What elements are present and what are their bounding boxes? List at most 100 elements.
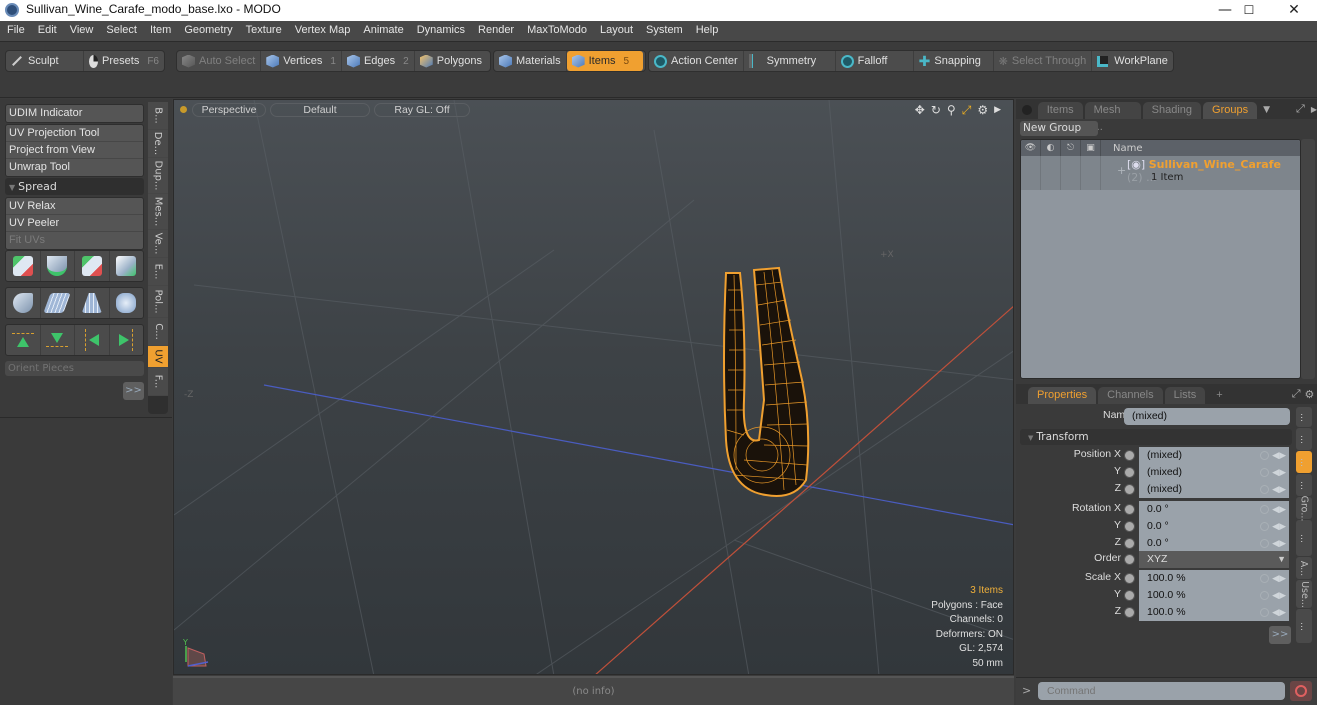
drag-arrows-icon[interactable]: ◀▶ [1272, 464, 1286, 481]
vtab-curve[interactable]: C... [148, 318, 168, 346]
zoom-icon[interactable]: ⚲ [947, 103, 956, 118]
3d-viewport[interactable]: Perspective Default Ray GL: Off ✥ ↻ ⚲ ⤢ … [173, 99, 1014, 675]
uv-scale-tool[interactable] [75, 251, 110, 281]
falloff-button[interactable]: Falloff [836, 51, 914, 71]
items-button[interactable]: Items 5 [566, 51, 643, 71]
record-macro-button[interactable] [1290, 681, 1312, 701]
animate-dot[interactable] [1124, 450, 1135, 461]
vtab-6[interactable]: A... [1296, 557, 1312, 579]
vtab-1[interactable]: ... [1296, 407, 1312, 427]
menu-animate[interactable]: Animate [356, 21, 409, 36]
polygons-button[interactable]: Polygons [415, 51, 487, 71]
tab-lists[interactable]: Lists [1164, 387, 1206, 404]
uv-relax-button[interactable]: UV Relax [6, 198, 143, 215]
drag-arrows-icon[interactable]: ◀▶ [1272, 604, 1286, 621]
vtab-duplicate[interactable]: Dup... [148, 158, 168, 194]
menu-help[interactable]: Help [689, 21, 725, 36]
reset-icon[interactable] [1260, 485, 1269, 494]
animate-dot[interactable] [1124, 607, 1135, 618]
rotation-order-select[interactable]: XYZ ▼ [1139, 551, 1289, 568]
reset-icon[interactable] [1260, 591, 1269, 600]
menu-view[interactable]: View [63, 21, 100, 36]
reset-icon[interactable] [1260, 574, 1269, 583]
name-field[interactable]: (mixed) [1124, 408, 1290, 425]
animate-dot[interactable] [1124, 521, 1135, 532]
animate-dot[interactable] [1124, 484, 1135, 495]
uv-rotate-tool[interactable] [41, 251, 75, 281]
drag-arrows-icon[interactable]: ◀▶ [1272, 587, 1286, 604]
vtab-vertex[interactable]: Ve... [148, 230, 168, 258]
edges-button[interactable]: Edges 2 [342, 51, 415, 71]
sculpt-button[interactable]: Sculpt [6, 51, 84, 71]
menu-geometry[interactable]: Geometry [177, 21, 238, 36]
drag-arrows-icon[interactable]: ◀▶ [1272, 518, 1286, 535]
menu-maxtomodo[interactable]: MaxToModo [520, 21, 593, 36]
snapping-button[interactable]: ✚ Snapping [914, 51, 994, 71]
reset-icon[interactable] [1260, 505, 1269, 514]
presets-button[interactable]: Presets F6 [84, 51, 164, 71]
fit-view-icon[interactable]: ⤢ [962, 103, 972, 118]
select-toggle[interactable] [1081, 156, 1101, 190]
close-button[interactable]: ✕ [1271, 0, 1317, 21]
animate-dot[interactable] [1124, 590, 1135, 601]
tab-mesh[interactable]: Mesh ... [1084, 102, 1141, 133]
gear-icon[interactable]: ⚙ [1305, 388, 1315, 401]
uv-warp-tool[interactable] [110, 288, 144, 318]
workplane-button[interactable]: WorkPlane [1092, 51, 1173, 71]
menu-edit[interactable]: Edit [31, 21, 63, 36]
auto-select-button[interactable]: Auto Select [177, 51, 262, 71]
menu-file[interactable]: File [0, 21, 31, 36]
view-type-button[interactable]: Perspective [192, 103, 266, 117]
reset-icon[interactable] [1260, 608, 1269, 617]
animate-dot[interactable] [1124, 504, 1135, 515]
uv-projection-tool-button[interactable]: UV Projection Tool [6, 125, 143, 142]
tab-shading[interactable]: Shading [1142, 102, 1202, 119]
scale-y-field[interactable]: 100.0 % ◀▶ [1139, 587, 1289, 604]
more-tools-button[interactable]: >> [123, 382, 144, 400]
expand-arrow-icon[interactable]: ▶ [994, 103, 1001, 118]
vtab-f[interactable]: F... [148, 368, 168, 396]
expand-plus-icon[interactable]: + [1117, 164, 1126, 177]
add-tab-button[interactable]: + [1207, 387, 1231, 404]
position-x-field[interactable]: (mixed) ◀▶ [1139, 447, 1289, 464]
materials-button[interactable]: Materials [494, 51, 567, 71]
tab-groups[interactable]: Groups [1203, 102, 1258, 119]
rotate-view-icon[interactable]: ↻ [931, 103, 941, 118]
rotation-y-field[interactable]: 0.0 ° ◀▶ [1139, 518, 1289, 535]
gear-icon[interactable]: ⚙ [977, 103, 988, 118]
visibility-toggle[interactable] [1021, 156, 1041, 190]
lock-toggle[interactable] [1061, 156, 1081, 190]
menu-vertex-map[interactable]: Vertex Map [288, 21, 357, 36]
uv-peeler-button[interactable]: UV Peeler [6, 215, 143, 232]
lock-column-icon[interactable]: ⎋ [1061, 140, 1081, 156]
reset-icon[interactable] [1260, 451, 1269, 460]
vtab-5[interactable]: Gro... [1296, 495, 1312, 521]
vtab-groups[interactable]: ... [1296, 520, 1312, 556]
uv-mirror-tool[interactable] [110, 251, 144, 281]
drag-arrows-icon[interactable]: ◀▶ [1272, 501, 1286, 518]
position-y-field[interactable]: (mixed) ◀▶ [1139, 464, 1289, 481]
drag-arrows-icon[interactable]: ◀▶ [1272, 447, 1286, 464]
align-top-button[interactable] [6, 325, 41, 355]
spread-section-header[interactable]: ▼ Spread [5, 178, 144, 195]
select-column-icon[interactable]: ▣ [1081, 140, 1101, 156]
align-right-button[interactable] [110, 325, 144, 355]
tab-channels[interactable]: Channels [1098, 387, 1163, 404]
udim-indicator-button[interactable]: UDIM Indicator [6, 105, 143, 122]
menu-item[interactable]: Item [143, 21, 177, 36]
visibility-column-icon[interactable]: 👁 [1021, 140, 1041, 156]
transform-section-header[interactable]: ▼ Transform [1020, 429, 1292, 445]
vertices-button[interactable]: Vertices 1 [261, 51, 342, 71]
action-center-button[interactable]: Action Center [649, 51, 744, 71]
menu-layout[interactable]: Layout [593, 21, 639, 36]
animate-dot[interactable] [1124, 467, 1135, 478]
project-from-view-button[interactable]: Project from View [6, 142, 143, 159]
pan-icon[interactable]: ✥ [915, 103, 925, 118]
panel-menu-icon[interactable] [1022, 105, 1032, 115]
animate-dot[interactable] [1124, 573, 1135, 584]
symmetry-button[interactable]: Symmetry [744, 51, 836, 71]
menu-render[interactable]: Render [471, 21, 520, 36]
align-left-button[interactable] [75, 325, 110, 355]
group-row[interactable]: + [◉] Sullivan_Wine_Carafe (2) ... 1 Ite… [1021, 156, 1300, 190]
shading-mode-button[interactable]: Default [270, 103, 370, 117]
